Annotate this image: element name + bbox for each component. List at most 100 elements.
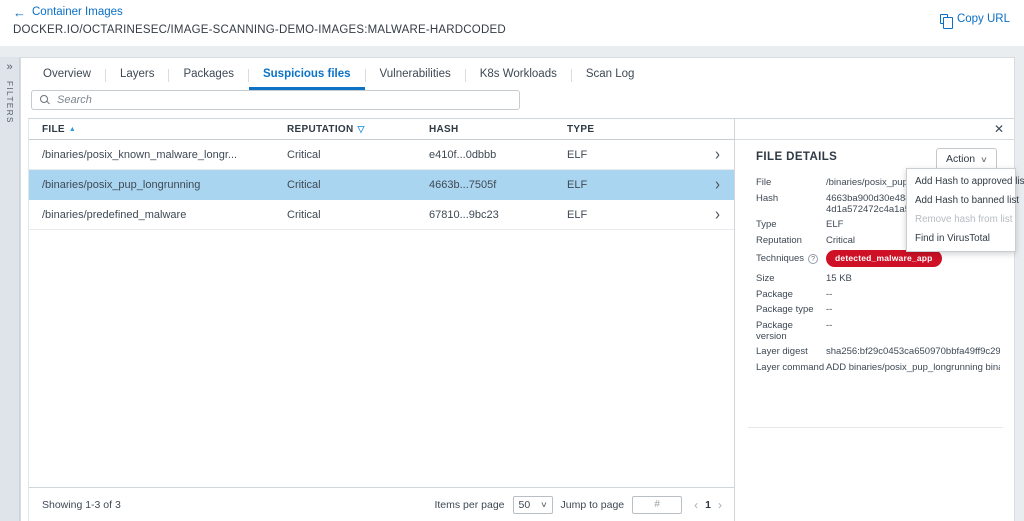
tab-suspicious-files[interactable]: Suspicious files [249,61,365,90]
cell-reputation: Critical [287,209,429,221]
column-header-hash[interactable]: HASH [429,124,567,135]
tab-layers[interactable]: Layers [106,61,169,90]
menu-item-find-virustotal[interactable]: Find in VirusTotal [907,229,1015,248]
field-label: Layer command [756,362,826,373]
sort-ascending-icon: ▲ [69,126,76,133]
copy-url-label: Copy URL [957,13,1010,25]
copy-url-button[interactable]: Copy URL [940,13,1010,25]
row-chevron-icon[interactable]: › [715,204,720,224]
cell-type: ELF [567,149,677,161]
tab-bar: Overview Layers Packages Suspicious file… [29,61,648,90]
current-page-number[interactable]: 1 [705,499,711,511]
field-label: File [756,177,826,188]
filter-active-icon: ▽ [358,124,365,134]
tab-k8s-workloads[interactable]: K8s Workloads [466,61,571,90]
technique-badge[interactable]: detected_malware_app [826,250,942,267]
copy-icon [940,14,948,24]
jump-to-page-input[interactable] [632,496,682,514]
cell-reputation: Critical [287,179,429,191]
jump-to-page-label: Jump to page [561,499,625,511]
page-title: DOCKER.IO/OCTARINESEC/IMAGE-SCANNING-DEM… [13,24,506,36]
table-header-row: FILE▲ REPUTATION▽ HASH TYPE [29,119,734,140]
previous-page-icon[interactable]: ‹ [694,498,698,512]
field-layer-command: Layer command ADD binaries/posix_pup_lon… [756,362,1000,373]
suspicious-files-table: FILE▲ REPUTATION▽ HASH TYPE /binaries/po… [29,119,734,521]
row-chevron-icon[interactable]: › [715,144,720,164]
field-label: Package version [756,320,826,342]
results-card: FILE▲ REPUTATION▽ HASH TYPE /binaries/po… [28,118,1014,521]
field-value: 15 KB [826,273,1000,284]
field-package: Package -- [756,289,1000,300]
top-header: ← Container Images DOCKER.IO/OCTARINESEC… [0,0,1024,46]
search-input[interactable] [57,94,519,106]
tab-overview[interactable]: Overview [29,61,105,90]
field-value: -- [826,320,1000,331]
cell-type: ELF [567,179,677,191]
column-header-type[interactable]: TYPE [567,124,677,135]
items-per-page-select[interactable]: 50 ∨ [513,496,553,514]
cell-file: /binaries/posix_known_malware_longr... [42,149,287,161]
table-row-selected[interactable]: /binaries/posix_pup_longrunning Critical… [29,170,734,200]
field-label: Package type [756,304,826,315]
field-package-version: Package version -- [756,320,1000,342]
field-label: Hash [756,193,826,204]
field-layer-digest: Layer digest sha256:bf29c0453ca650970bbf… [756,346,1000,357]
pagination-controls: Items per page 50 ∨ Jump to page ‹ 1 › [434,496,722,514]
cell-file: /binaries/posix_pup_longrunning [42,179,287,191]
table-footer: Showing 1-3 of 3 Items per page 50 ∨ Jum… [29,487,734,521]
field-label: Size [756,273,826,284]
action-button-label: Action [946,153,975,165]
close-icon[interactable]: ✕ [994,122,1004,136]
field-value: -- [826,289,1000,300]
filters-rail-label: FILTERS [5,81,14,124]
column-header-reputation[interactable]: REPUTATION▽ [287,124,429,135]
column-header-file[interactable]: FILE▲ [42,124,287,135]
search-icon [40,95,50,105]
expand-filters-icon[interactable]: » [0,61,19,73]
menu-item-remove-hash: Remove hash from list [907,210,1015,229]
cell-hash: e410f...0dbbb [429,149,567,161]
cell-type: ELF [567,209,677,221]
field-value: sha256:bf29c0453ca650970bbfa49ff9c292d10… [826,346,1000,357]
back-to-container-images-link[interactable]: ← Container Images [13,6,123,18]
next-page-icon[interactable]: › [718,498,722,512]
menu-item-add-hash-banned[interactable]: Add Hash to banned list [907,191,1015,210]
table-row[interactable]: /binaries/predefined_malware Critical 67… [29,200,734,230]
back-link-label: Container Images [32,6,123,18]
chevron-down-icon: ∨ [980,155,988,164]
tab-packages[interactable]: Packages [169,61,248,90]
field-label: Type [756,219,826,230]
items-per-page-value: 50 [519,499,531,511]
action-button[interactable]: Action ∨ [936,148,997,170]
chevron-down-icon: ∨ [540,500,548,509]
help-icon[interactable]: ? [808,254,818,264]
field-size: Size 15 KB [756,273,1000,284]
field-value: ADD binaries/posix_pup_longrunning binar… [826,362,1000,373]
action-dropdown-menu: Add Hash to approved list Add Hash to ba… [906,168,1016,252]
cell-hash: 4663b...7505f [429,179,567,191]
field-value: detected_malware_app [826,250,1000,267]
filters-rail: » FILTERS [0,57,20,521]
details-title: FILE DETAILS [756,151,837,163]
cell-hash: 67810...9bc23 [429,209,567,221]
main-panel: Overview Layers Packages Suspicious file… [20,57,1015,521]
field-label: Package [756,289,826,300]
table-row[interactable]: /binaries/posix_known_malware_longr... C… [29,140,734,170]
row-chevron-icon[interactable]: › [715,174,720,194]
tab-vulnerabilities[interactable]: Vulnerabilities [366,61,465,90]
cell-file: /binaries/predefined_malware [42,209,287,221]
pager: ‹ 1 › [694,498,722,512]
menu-item-add-hash-approved[interactable]: Add Hash to approved list [907,172,1015,191]
field-label: Techniques ? [756,253,826,264]
field-package-type: Package type -- [756,304,1000,315]
cell-reputation: Critical [287,149,429,161]
field-label: Reputation [756,235,826,246]
details-divider [748,427,1003,428]
field-techniques: Techniques ? detected_malware_app [756,250,1000,267]
search-box [31,90,520,110]
tab-scan-log[interactable]: Scan Log [572,61,649,90]
showing-count: Showing 1-3 of 3 [42,499,121,511]
field-label: Layer digest [756,346,826,357]
back-arrow-icon: ← [13,7,26,18]
details-close-bar: ✕ [735,119,1014,140]
